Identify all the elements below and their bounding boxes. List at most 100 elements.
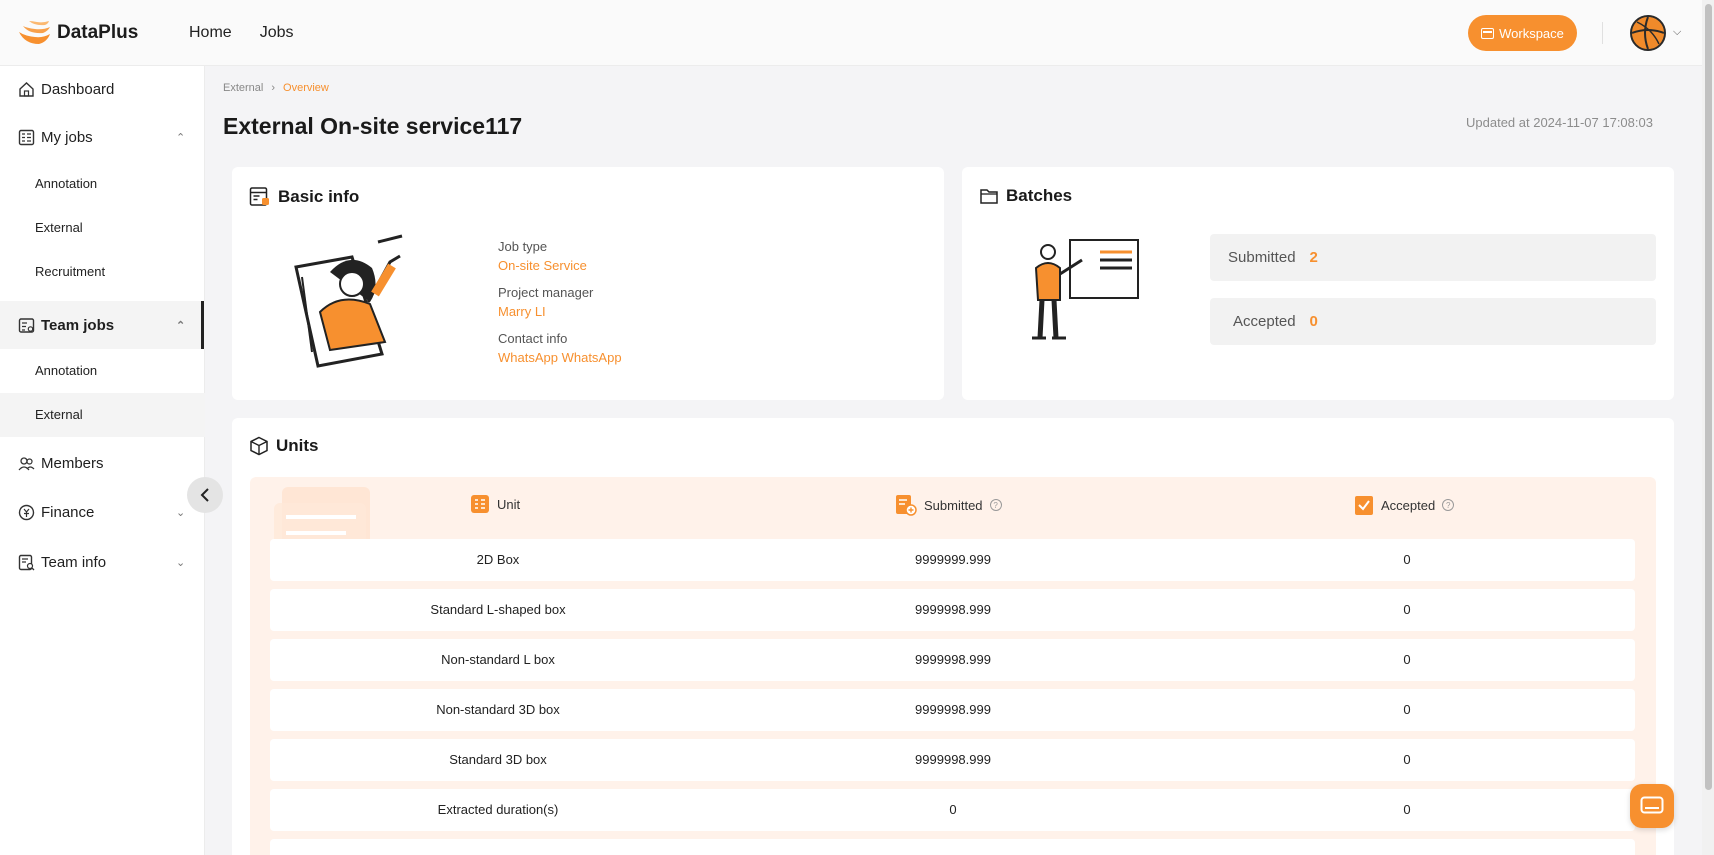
table-row: Non-standard L box 9999998.999 0 [270, 639, 1635, 681]
sidebar-subitem-label: Recruitment [35, 264, 106, 279]
chevron-down-icon: ⌄ [176, 556, 186, 569]
sidebar-subitem-my-annotation[interactable]: Annotation [0, 162, 205, 206]
basic-info-icon [249, 187, 269, 206]
unit-submitted: 9999998.999 [915, 602, 991, 617]
sidebar-subitem-label: External [35, 407, 83, 422]
batches-title-text: Batches [1006, 186, 1073, 205]
batches-illustration [1032, 239, 1139, 340]
basic-info-illustration [294, 234, 403, 368]
unit-submitted: 9999998.999 [915, 652, 991, 667]
unit-submitted: 0 [949, 802, 957, 817]
team-jobs-icon [18, 317, 35, 333]
avatar-ball-icon [1632, 17, 1664, 49]
folder-icon [980, 189, 998, 204]
sidebar-subitem-label: External [35, 220, 83, 235]
sidebar-item-team-jobs[interactable]: Team jobs ⌃ [0, 301, 205, 349]
unit-submitted: 9999999.999 [915, 552, 991, 567]
sidebar-subitem-recruitment[interactable]: Recruitment [0, 250, 205, 294]
workspace-button[interactable]: Workspace [1468, 15, 1577, 51]
accepted-column-icon [1355, 496, 1373, 515]
basic-info-title-text: Basic info [278, 187, 360, 206]
question-mark-icon[interactable]: ? [1442, 499, 1455, 511]
table-row: Extracted duration(s) 0 0 [270, 789, 1635, 831]
scrollbar-thumb[interactable] [1705, 4, 1712, 790]
active-indicator [201, 301, 204, 349]
unit-name: Extracted duration(s) [437, 802, 559, 817]
chevron-down-icon[interactable]: ⌵ [1673, 26, 1681, 39]
sidebar-item-dashboard[interactable]: Dashboard [0, 66, 205, 112]
finance-icon [18, 504, 35, 520]
breadcrumb: External › Overview [223, 82, 329, 94]
top-nav: Home Jobs [189, 24, 293, 42]
unit-name: Non-standard L box [441, 652, 555, 667]
page-title: External On-site service117 [223, 113, 523, 139]
accepted-batches-count: 0 [1309, 313, 1318, 330]
home-icon [19, 81, 34, 97]
sidebar-item-label: Members [41, 454, 104, 472]
submitted-batches-stat: Submitted 2 [1210, 234, 1656, 281]
contact-info-value[interactable]: WhatsApp WhatsApp [498, 350, 622, 365]
table-row: Non-standard 3D box 9999998.999 0 [270, 689, 1635, 731]
submitted-batches-count: 2 [1309, 249, 1318, 266]
breadcrumb-separator-icon: › [271, 82, 276, 94]
support-chat-button[interactable] [1630, 784, 1674, 828]
sidebar-item-label: Dashboard [41, 80, 115, 98]
nav-jobs-link[interactable]: Jobs [260, 24, 294, 42]
sidebar-collapse-button[interactable] [187, 477, 223, 513]
team-info-icon [18, 554, 35, 570]
units-table-header: Unit Submitted ? Accepted ? [250, 477, 1656, 537]
nav-home-link[interactable]: Home [189, 24, 232, 42]
sidebar-item-label: Team info [41, 553, 107, 571]
table-row: Standard 3D box 9999998.999 0 [270, 739, 1635, 781]
question-mark-icon[interactable]: ? [989, 499, 1002, 511]
app-logo[interactable]: DataPlus [17, 18, 187, 48]
chevron-left-icon [200, 488, 209, 502]
sidebar-item-members[interactable]: Members [0, 439, 205, 487]
accepted-column-label: Accepted [1381, 497, 1436, 513]
submitted-column-icon [896, 495, 917, 516]
job-type-label: Job type [498, 239, 548, 254]
units-title-text: Units [276, 436, 319, 455]
submitted-column-header: Submitted ? [895, 494, 1002, 516]
accepted-column-header: Accepted ? [1354, 494, 1455, 516]
sidebar-subitem-my-external[interactable]: External [0, 206, 205, 250]
chevron-up-icon: ⌃ [176, 131, 186, 144]
sidebar-item-finance[interactable]: Finance ⌄ [0, 487, 205, 537]
table-row: Standard L-shaped box 9999998.999 0 [270, 589, 1635, 631]
table-row: 2D Box 9999999.999 0 [270, 539, 1635, 581]
project-manager-value[interactable]: Marry LI [498, 304, 546, 319]
sidebar-item-team-info[interactable]: Team info ⌄ [0, 537, 205, 587]
sidebar-subitem-label: Annotation [35, 176, 98, 191]
sidebar-item-label: My jobs [41, 128, 93, 146]
job-type-value: On-site Service [498, 258, 587, 273]
message-icon [1640, 796, 1664, 814]
unit-accepted: 0 [1403, 602, 1411, 617]
unit-column-header: Unit [470, 494, 520, 514]
accepted-batches-stat: Accepted 0 [1210, 298, 1656, 345]
submitted-batches-label: Submitted [1228, 249, 1296, 266]
workspace-icon [1481, 27, 1495, 39]
submitted-column-label: Submitted [924, 497, 983, 513]
sidebar-item-my-jobs[interactable]: My jobs ⌃ [0, 112, 205, 162]
basic-info-title: Basic info [249, 186, 359, 208]
unit-name: Non-standard 3D box [436, 702, 560, 717]
jobs-icon [18, 129, 35, 145]
app-name: DataPlus [57, 21, 139, 43]
sidebar-subitem-team-external[interactable]: External [0, 393, 205, 437]
contact-info-label: Contact info [498, 331, 568, 346]
avatar[interactable] [1630, 15, 1666, 51]
breadcrumb-parent-link[interactable]: External [223, 82, 263, 94]
batches-title: Batches [979, 186, 1072, 206]
chevron-down-icon: ⌄ [176, 506, 186, 519]
unit-column-label: Unit [497, 496, 521, 512]
sidebar-subitem-team-annotation[interactable]: Annotation [0, 349, 205, 393]
unit-name: 2D Box [476, 552, 520, 567]
workspace-label: Workspace [1499, 25, 1564, 41]
unit-name: Standard L-shaped box [430, 602, 566, 617]
cube-icon [250, 436, 268, 456]
dataplus-logo-icon [19, 20, 50, 44]
units-title: Units [249, 436, 319, 456]
updated-timestamp: Updated at 2024-11-07 17:08:03 [1466, 115, 1653, 130]
sidebar-item-label: Team jobs [41, 316, 115, 334]
top-bar: DataPlus Home Jobs [0, 0, 1702, 66]
